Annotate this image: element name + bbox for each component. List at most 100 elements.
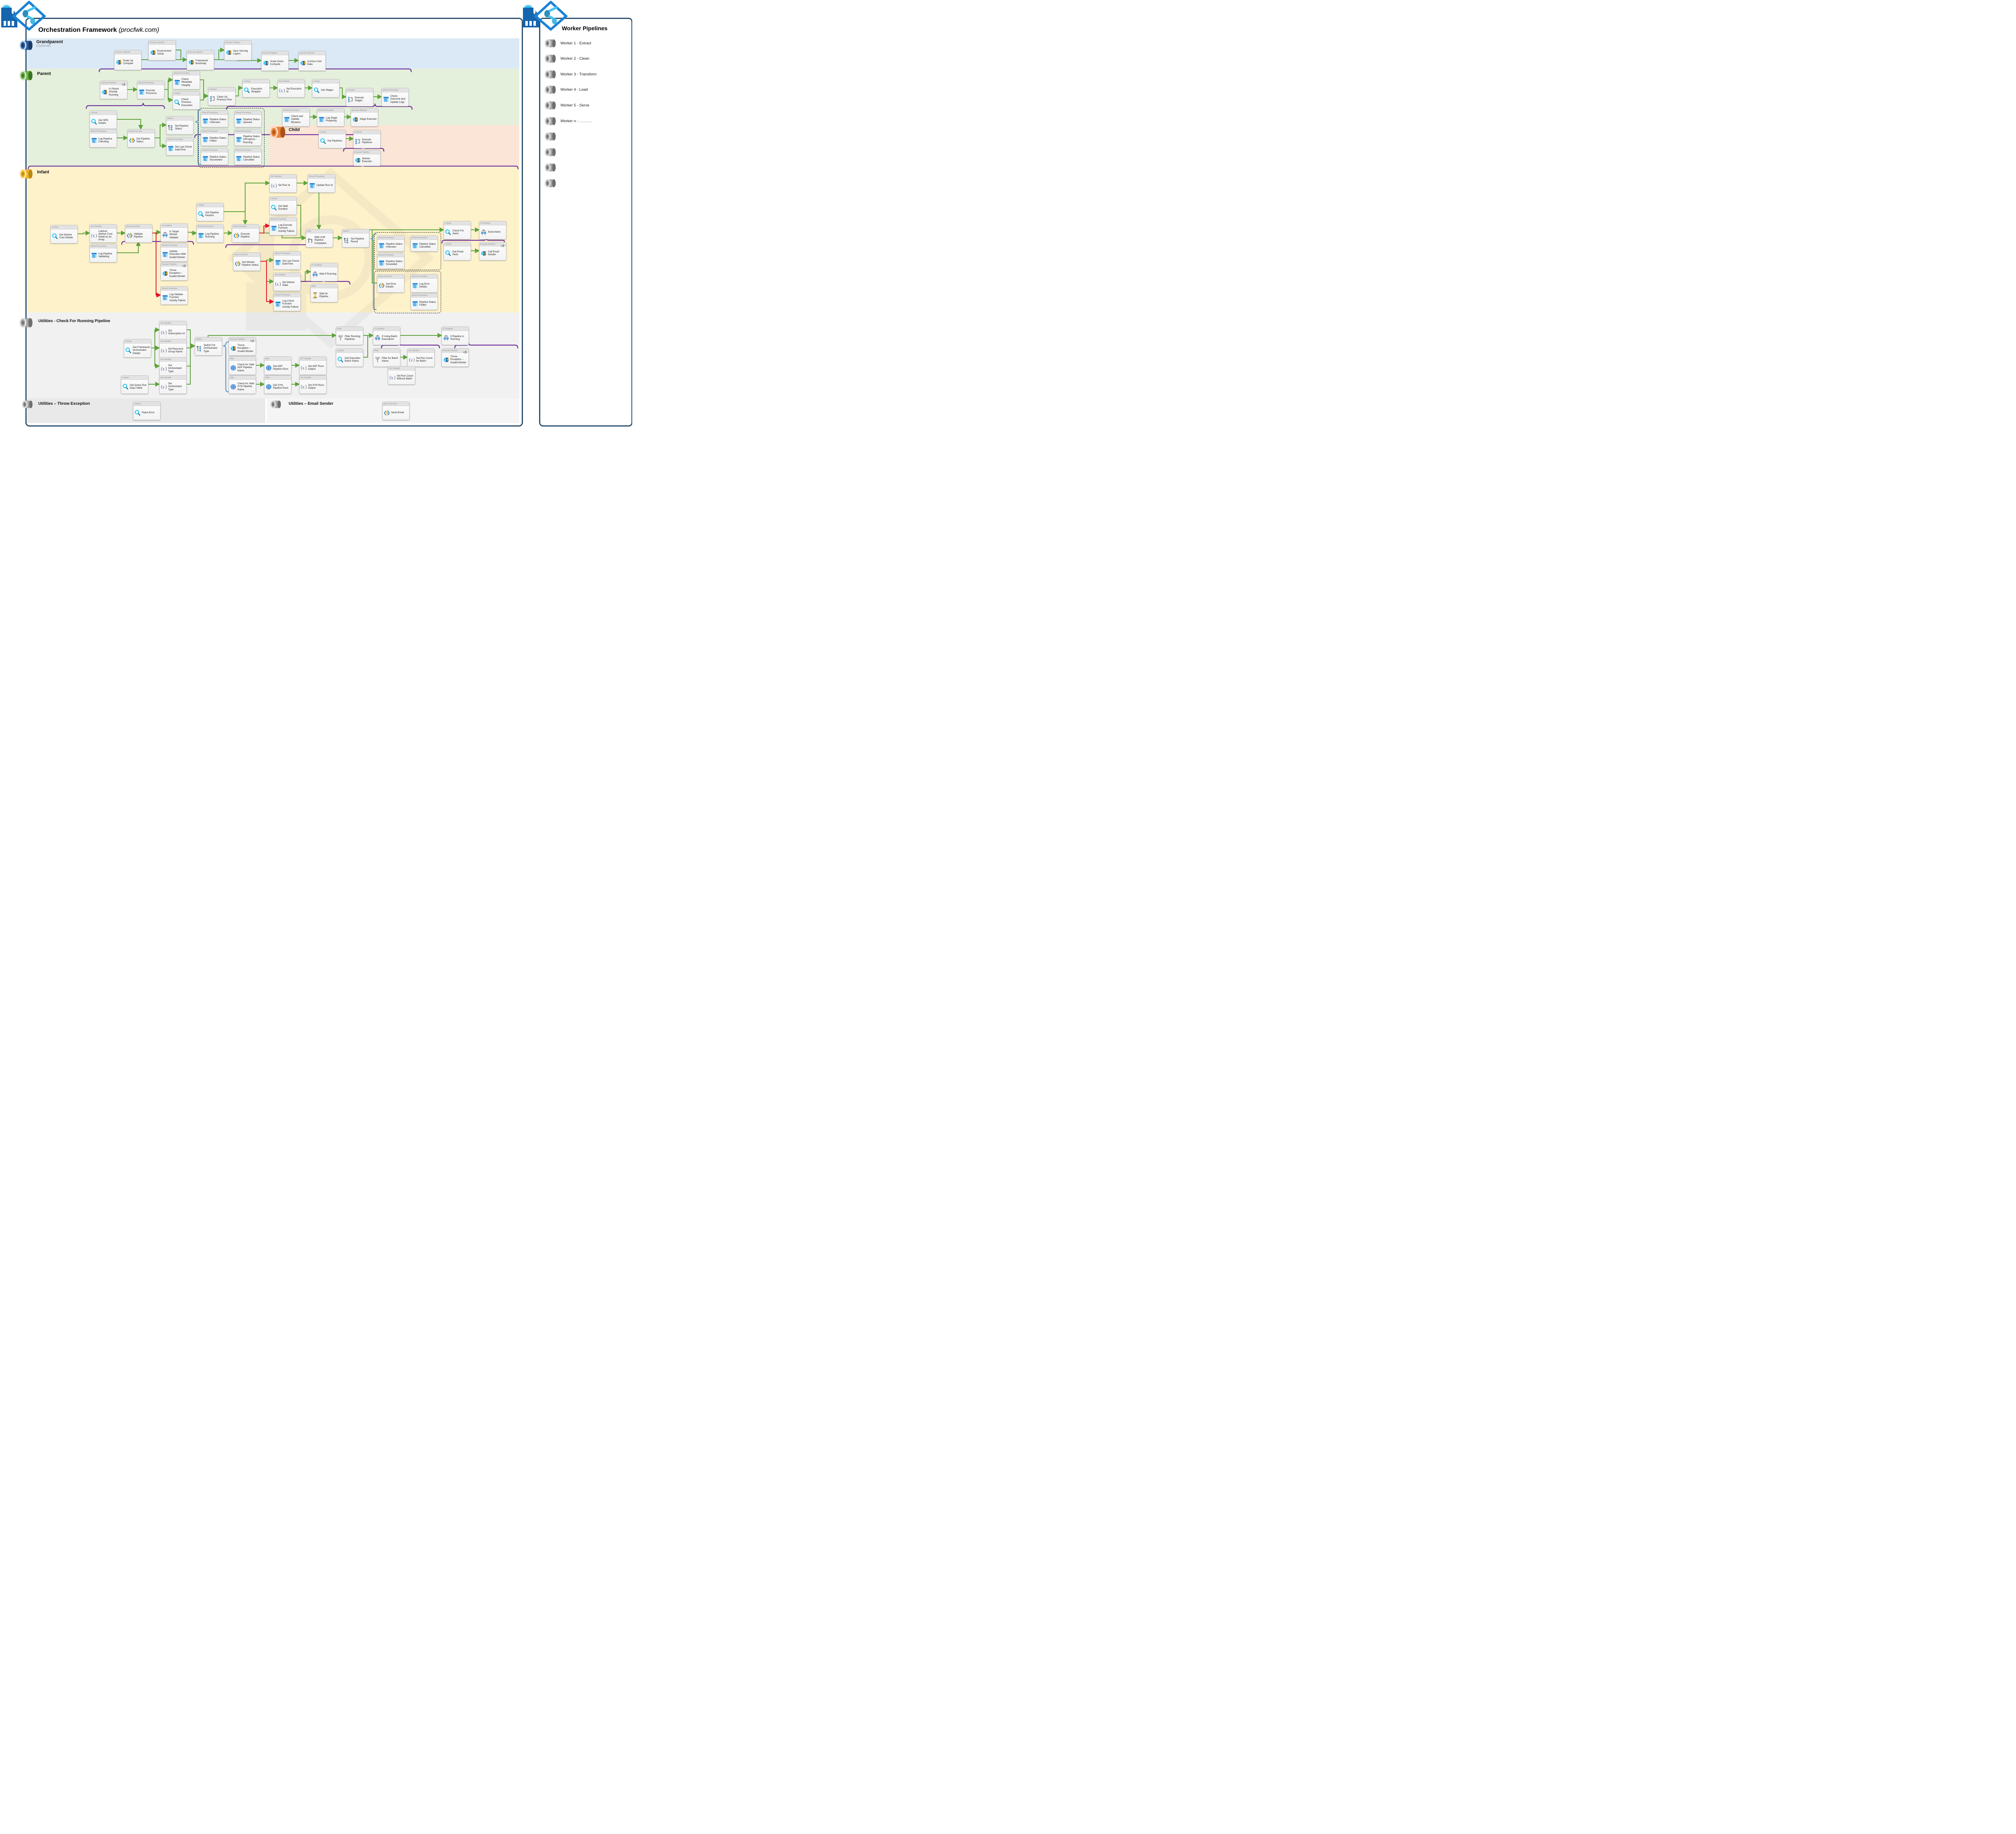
svg-text:): ): [275, 183, 277, 188]
pipeline-roll-icon: [544, 117, 557, 126]
worker-item-unlabeled-2: [544, 147, 557, 157]
node-environment-setup: Execute PipelineEnvironment Setup: [148, 40, 176, 60]
node-get-framework-orchestrator-details: LookupGet Framework Orchestrator Details: [124, 339, 151, 358]
worker-roll-icon: [544, 101, 557, 110]
activity-type-label: Execute Pipeline: [354, 151, 369, 154]
activity-type-label: Stored Procedure: [318, 109, 334, 112]
stored-procedure-icon: [174, 79, 181, 86]
activity-label: Set Orchestrator Type: [168, 364, 185, 373]
azure-function-icon: [233, 232, 240, 239]
activity-label: Check for Valid SYN Pipeline Name: [237, 382, 255, 391]
activity-label: Get Query Run Days Value: [130, 384, 147, 389]
activity-type-label: Stored Procedure: [275, 252, 290, 255]
activity-type-label: Lookup: [271, 198, 277, 200]
activity-label: Get Pipeline Params: [205, 211, 223, 217]
search-icon: [445, 229, 452, 236]
title-suffix: (procfwk.com): [119, 27, 159, 33]
node-get-execution-batch-status: LookupGet Execution Batch Status: [336, 348, 363, 367]
label-parent: Parent: [37, 71, 51, 76]
search-icon: [337, 356, 344, 363]
azure-data-factory-icon: [0, 1, 48, 31]
activity-type-label: Web: [265, 377, 269, 379]
switch-icon: [196, 345, 203, 352]
activity-type-label: Execute Pipeline: [225, 42, 240, 44]
node-execution-wrapper: LookupExecution Wrapper: [242, 79, 270, 98]
node-log-pipeline-validating: Stored ProcedureLog Pipeline Validating: [90, 244, 117, 262]
activity-type-label: Stored Procedure: [162, 287, 177, 290]
azure-data-factory-icon-sidebar: [522, 1, 569, 31]
activity-type-label: If Condition: [374, 328, 384, 330]
if-condition-icon: [480, 229, 487, 236]
roll-icon-parent: [18, 70, 34, 81]
activity-type-label: Set Variable: [160, 358, 171, 361]
search-icon: [122, 383, 129, 390]
search-icon: [174, 99, 181, 106]
activity-type-label: Wait: [312, 285, 316, 287]
activity-label: Update Run Id: [317, 184, 333, 187]
worker-label: Worker n - ……….: [560, 119, 592, 123]
activity-type-label: Stored Procedure: [283, 109, 299, 112]
node-execute-pipelines: ForEachExecute Pipelines: [353, 130, 381, 148]
pipeline-roll-icon: [544, 39, 557, 48]
diagram-canvas: Orchestration Framework (procfwk.com) Wo…: [0, 0, 632, 427]
activity-label: Get Stages: [321, 89, 333, 92]
activity-label: Set Execution Id: [286, 87, 304, 93]
if-condition-icon: [312, 271, 319, 278]
worker-item-1: Worker 1 - Extract: [544, 38, 591, 48]
stored-procedure-icon: [91, 252, 98, 259]
worker-item-4: Worker 4 - Load: [544, 85, 588, 95]
activity-label: Set Last Check DateTime: [282, 260, 300, 265]
roll-icon-utilities-check: [18, 317, 34, 328]
node-get-spn-details: LookupGet SPN Details: [90, 110, 117, 129]
node-throw-exception-invalid-worker-3: Execute PipelineThrow Exception – Invali…: [442, 348, 469, 367]
until-loop-icon: [307, 237, 314, 244]
activity-type-label: If Condition: [443, 328, 453, 330]
activity-type-label: Lookup: [134, 403, 141, 405]
activity-label: Framework Bootstrap: [196, 59, 213, 65]
node-validate-pipeline: Azure FunctionValidate Pipeline: [125, 224, 152, 243]
set-variable-icon: (x): [91, 232, 98, 239]
activity-type-label: Stored Procedure: [235, 149, 251, 152]
activity-type-label: Execute Pipeline: [162, 263, 177, 266]
activity-type-label: Lookup: [122, 377, 129, 379]
activity-type-label: Stored Procedure: [167, 138, 183, 141]
activity-type-label: Stored Procedure: [235, 130, 251, 133]
activity-label: Execution Wrapper: [251, 87, 269, 93]
node-wait-until-pipeline-completes: UntilWait Until Pipeline Completes: [306, 229, 333, 248]
svg-text:x: x: [302, 365, 305, 371]
node-switch-for-orchestrator-type: SwitchSwitch For Orchestrator Type: [195, 337, 222, 356]
activity-type-label: Stored Procedure: [202, 149, 218, 152]
node-execute-pipeline: Azure FunctionExecute Pipeline: [232, 224, 259, 243]
svg-text:x: x: [93, 233, 95, 238]
activity-type-label: Execute Pipeline: [480, 243, 495, 246]
stored-procedure-icon: [138, 89, 145, 96]
activity-type-label: Execute Pipeline: [230, 338, 245, 341]
activity-label: Set Run Id: [278, 184, 290, 187]
execute-pipeline-icon: [262, 60, 269, 67]
node-clean-up-previous-run: ForEachClean Up Previous Run: [208, 87, 235, 106]
switch-icon: [167, 124, 174, 131]
activity-type-label: Stored Procedure: [383, 89, 398, 92]
pipeline-roll-icon: [269, 126, 287, 139]
activity-type-label: ForEach: [347, 89, 355, 92]
invoked-pipeline-badge: [250, 337, 255, 341]
pipeline-roll-icon: [544, 85, 557, 94]
activity-type-label: Execute Pipeline: [150, 42, 165, 44]
node-throw-exception-invalid-worker: Execute PipelineThrow Exception – Invali…: [160, 262, 188, 281]
node-set-last-check-datetime-2: Stored Procedure Set Last Check DateTime: [273, 251, 301, 270]
stored-procedure-icon: [235, 118, 242, 125]
activity-label: Check for Valid ADF Pipeline Name: [237, 363, 255, 372]
activity-label: Set Subscription Id: [168, 329, 185, 335]
node-get-adf-pipeline-runs: WebGet ADF Pipeline Runs: [264, 356, 292, 375]
activity-label: Pipeline Status Queued: [243, 118, 260, 124]
activity-type-label: Filter: [374, 350, 379, 352]
stored-procedure-icon: [167, 145, 174, 152]
activity-label: Check and Update Blockers: [291, 115, 308, 123]
node-update-run-id: Stored ProcedureUpdate Run Id: [308, 174, 335, 193]
activity-type-label: Switch: [343, 230, 349, 233]
activity-label: Set Resource Group Name: [168, 348, 185, 353]
activity-type-label: Set Variable: [91, 225, 102, 228]
node-get-pipeline-status: Azure FunctionGet Pipeline Status: [127, 129, 155, 148]
node-set-syn-runs-output: Set Variable(x)Set SYN Runs Output: [299, 375, 327, 394]
if-condition-icon: [374, 335, 381, 341]
